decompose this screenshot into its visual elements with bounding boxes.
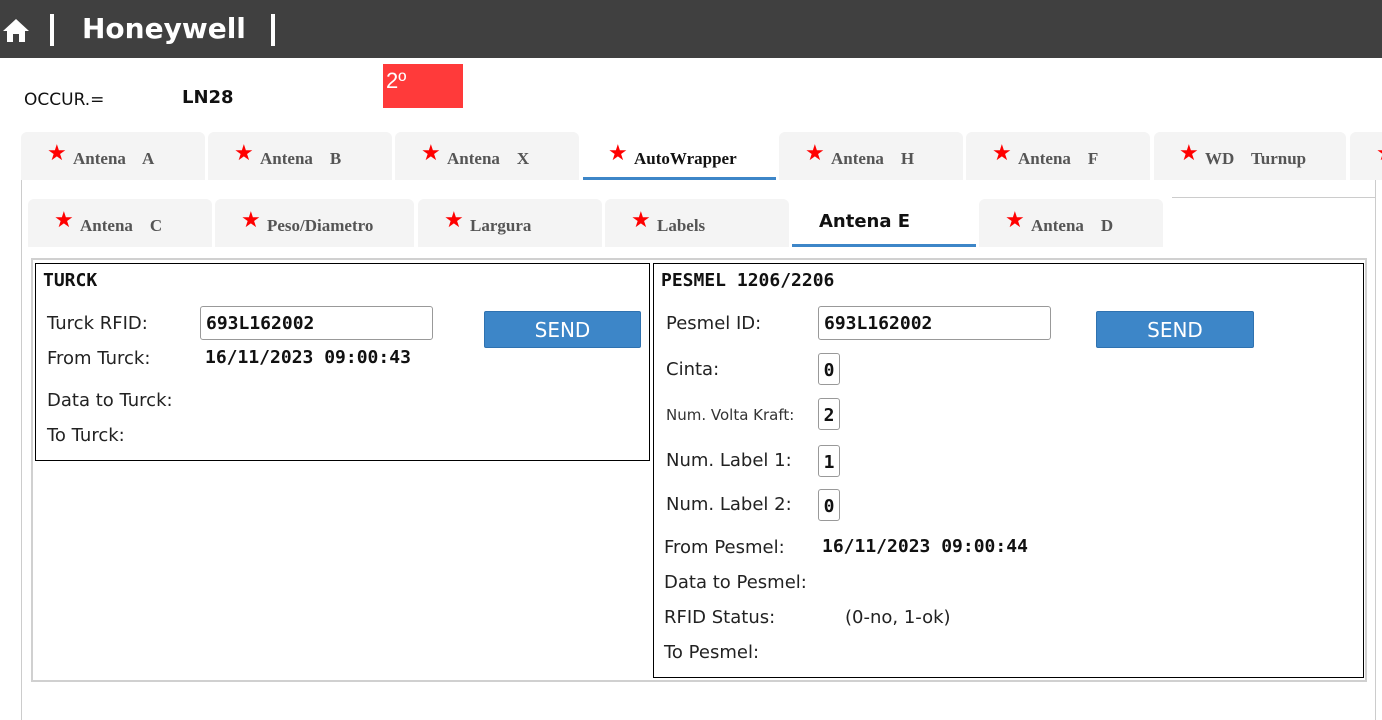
- tab-label: Antena C: [80, 216, 163, 235]
- tab-label: Peso/Diametro: [267, 216, 374, 235]
- star-icon: ★: [444, 208, 464, 233]
- occur-value: LN28: [182, 87, 234, 108]
- star-icon: ★: [805, 141, 825, 166]
- star-icon: ★: [234, 141, 254, 166]
- turck-rfid-label: Turck RFID:: [47, 313, 148, 334]
- turck-rfid-input[interactable]: 693L162002: [200, 306, 433, 340]
- tab-label: Antena X: [447, 149, 530, 168]
- to-turck-label: To Turck:: [47, 425, 125, 446]
- tab-antena-c[interactable]: ★ Antena C: [28, 199, 212, 247]
- pesmel-id-label: Pesmel ID:: [666, 313, 762, 334]
- home-icon[interactable]: [2, 16, 30, 44]
- tab-label: Antena E: [819, 211, 911, 232]
- star-icon: ★: [241, 208, 261, 233]
- tab-label: Antena D: [1031, 216, 1114, 235]
- turck-send-button[interactable]: SEND: [484, 311, 641, 348]
- tab-peso-diametro[interactable]: ★ Peso/Diametro: [215, 199, 414, 247]
- tab-autowrapper[interactable]: ★ AutoWrapper: [583, 132, 776, 180]
- tab-antena-f[interactable]: ★ Antena F: [966, 132, 1150, 180]
- star-icon: ★: [631, 208, 651, 233]
- from-turck-value: 16/11/2023 09:00:43: [205, 347, 411, 368]
- star-icon: ★: [421, 141, 441, 166]
- star-icon: ★: [1179, 141, 1199, 166]
- data-to-pesmel-label: Data to Pesmel:: [664, 572, 807, 593]
- turck-title: TURCK: [43, 270, 98, 291]
- divider: [50, 14, 54, 46]
- tab-label: Antena H: [831, 149, 915, 168]
- tab-antena-a[interactable]: ★ Antena A: [21, 132, 205, 180]
- tab-wd-turnup[interactable]: ★ WD Turnup: [1154, 132, 1346, 180]
- tab-more[interactable]: ★: [1350, 132, 1382, 180]
- tab-label: Labels: [657, 216, 706, 235]
- to-pesmel-label: To Pesmel:: [664, 642, 760, 663]
- tab-antena-e[interactable]: Antena E: [792, 199, 976, 247]
- cinta-field[interactable]: 0: [818, 353, 840, 385]
- label2-label: Num. Label 2:: [666, 494, 792, 515]
- pesmel-id-input[interactable]: 693L162002: [818, 306, 1051, 340]
- divider: [271, 14, 275, 46]
- from-pesmel-value: 16/11/2023 09:00:44: [822, 536, 1028, 557]
- tab-label: AutoWrapper: [634, 149, 737, 168]
- tab-antena-b[interactable]: ★ Antena B: [208, 132, 392, 180]
- shift-badge: 2º: [383, 64, 463, 108]
- label2-field[interactable]: 0: [818, 489, 840, 521]
- tab-antena-h[interactable]: ★ Antena H: [779, 132, 963, 180]
- tab-largura[interactable]: ★ Largura: [418, 199, 602, 247]
- tab-label: Antena F: [1018, 149, 1099, 168]
- tab-antena-x[interactable]: ★ Antena X: [395, 132, 579, 180]
- top-bar: Honeywell: [0, 0, 1382, 58]
- star-icon: ★: [47, 141, 67, 166]
- brand-title: Honeywell: [82, 12, 246, 45]
- tab-label: WD Turnup: [1205, 149, 1307, 168]
- pesmel-title: PESMEL 1206/2206: [661, 270, 835, 291]
- volta-kraft-label: Num. Volta Kraft:: [666, 406, 795, 424]
- tab-labels[interactable]: ★ Labels: [605, 199, 789, 247]
- cinta-label: Cinta:: [666, 359, 720, 380]
- from-pesmel-label: From Pesmel:: [664, 537, 785, 558]
- occur-label: OCCUR.=: [24, 90, 105, 110]
- label1-field[interactable]: 1: [818, 445, 840, 477]
- star-icon: ★: [54, 208, 74, 233]
- from-turck-label: From Turck:: [47, 348, 151, 369]
- star-icon: ★: [608, 141, 628, 166]
- tab-label: Antena B: [260, 149, 342, 168]
- tab-antena-d[interactable]: ★ Antena D: [979, 199, 1163, 247]
- tab-label: Largura: [470, 216, 532, 235]
- star-icon: ★: [1376, 141, 1382, 166]
- pesmel-send-button[interactable]: SEND: [1096, 311, 1254, 348]
- rfid-status-label: RFID Status:: [664, 607, 776, 628]
- tab-label: Antena A: [73, 149, 155, 168]
- volta-kraft-field[interactable]: 2: [818, 398, 840, 430]
- star-icon: ★: [1005, 208, 1025, 233]
- data-to-turck-label: Data to Turck:: [47, 390, 173, 411]
- panel-top-border: [1172, 197, 1376, 198]
- rfid-status-hint: (0-no, 1-ok): [845, 607, 951, 628]
- label1-label: Num. Label 1:: [666, 450, 792, 471]
- star-icon: ★: [992, 141, 1012, 166]
